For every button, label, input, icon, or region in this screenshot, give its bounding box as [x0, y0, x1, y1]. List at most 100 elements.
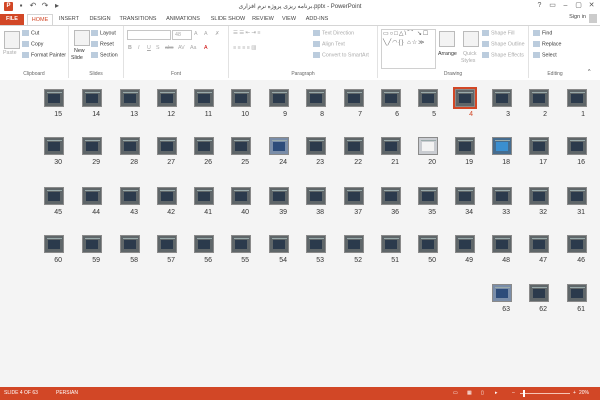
slide-thumbnail[interactable] [44, 89, 64, 107]
slide-thumbnail[interactable] [120, 89, 140, 107]
slide-thumbnail[interactable] [567, 235, 587, 253]
tab-add-ins[interactable]: ADD-INS [303, 14, 331, 25]
reset-button[interactable]: Reset [91, 41, 114, 47]
slide-thumbnail[interactable] [194, 235, 214, 253]
slide-thumbnail[interactable] [381, 137, 401, 155]
help-icon[interactable]: ? [533, 0, 546, 12]
zoom-out-icon[interactable]: – [512, 390, 515, 396]
slide-thumbnail[interactable] [453, 87, 477, 109]
slide-thumbnail[interactable] [567, 89, 587, 107]
slideshow-view-icon[interactable]: ▸ [495, 390, 498, 396]
sign-in-link[interactable]: Sign in [569, 14, 586, 20]
slide-thumbnail[interactable] [344, 137, 364, 155]
ribbon-display-icon[interactable]: ▭ [546, 0, 559, 12]
change-case-button[interactable]: Aa [190, 45, 196, 51]
slide-thumbnail[interactable] [492, 235, 512, 253]
slide-thumbnail[interactable] [120, 137, 140, 155]
arrange-button[interactable]: Arrange [438, 51, 457, 57]
slide-thumbnail[interactable] [567, 187, 587, 205]
align-text-button[interactable]: Align Text [313, 41, 345, 47]
slide-thumbnail[interactable] [231, 137, 251, 155]
format-painter-button[interactable]: Format Painter [22, 52, 66, 58]
tab-design[interactable]: DESIGN [87, 14, 113, 25]
slide-thumbnail[interactable] [418, 187, 438, 205]
tab-transitions[interactable]: TRANSITIONS [118, 14, 158, 25]
slide-thumbnail[interactable] [82, 235, 102, 253]
slide-thumbnail[interactable] [269, 89, 289, 107]
slide-thumbnail[interactable] [269, 235, 289, 253]
slide-thumbnail[interactable] [231, 187, 251, 205]
collapse-ribbon-icon[interactable]: ^ [588, 69, 591, 75]
italic-button[interactable]: I [138, 45, 139, 51]
slide-thumbnail[interactable] [492, 89, 512, 107]
shape-outline-button[interactable]: Shape Outline [482, 41, 525, 47]
text-direction-button[interactable]: Text Direction [313, 30, 354, 36]
slide-thumbnail[interactable] [567, 284, 587, 302]
slide-thumbnail[interactable] [82, 137, 102, 155]
tab-insert[interactable]: INSERT [57, 14, 81, 25]
shapes-gallery[interactable]: ▭○□△\⌒ ↘☐ ╲╱◠{} ⌂☆≫ [381, 29, 436, 69]
reading-view-icon[interactable]: ▯ [481, 390, 484, 396]
tab-slide-show[interactable]: SLIDE SHOW [209, 14, 247, 25]
slide-thumbnail[interactable] [418, 89, 438, 107]
zoom-slider-handle[interactable] [523, 390, 525, 397]
slide-thumbnail[interactable] [381, 235, 401, 253]
font-size-input[interactable]: 48 [172, 30, 192, 40]
select-button[interactable]: Select [533, 52, 557, 58]
bullets-button[interactable]: ☰ ☰ ⇤ ⇥ ≡ [233, 30, 260, 36]
new-slide-button[interactable]: New [74, 48, 85, 54]
slide-thumbnail[interactable] [82, 89, 102, 107]
minimize-icon[interactable]: – [559, 0, 572, 12]
paste-icon[interactable] [4, 31, 20, 49]
slide-thumbnail[interactable] [567, 137, 587, 155]
slide-thumbnail[interactable] [157, 137, 177, 155]
font-name-input[interactable] [127, 30, 171, 40]
slide-thumbnail[interactable] [344, 89, 364, 107]
zoom-in-icon[interactable]: + [573, 390, 576, 396]
slide-thumbnail[interactable] [44, 235, 64, 253]
paste-button[interactable]: Paste [3, 50, 17, 56]
cut-button[interactable]: Cut [22, 30, 39, 36]
layout-button[interactable]: Layout [91, 30, 116, 36]
slide-thumbnail[interactable] [120, 235, 140, 253]
slide-thumbnail[interactable] [306, 89, 326, 107]
bold-button[interactable]: B [128, 45, 132, 51]
slide-thumbnail[interactable] [529, 89, 549, 107]
slide-thumbnail[interactable] [529, 235, 549, 253]
slide-thumbnail[interactable] [269, 137, 289, 155]
maximize-icon[interactable]: ▢ [572, 0, 585, 12]
tab-animations[interactable]: ANIMATIONS [163, 14, 203, 25]
strikethrough-button[interactable]: abc [165, 45, 174, 51]
slide-thumbnail[interactable] [529, 284, 549, 302]
slide-thumbnail[interactable] [231, 89, 251, 107]
slide-thumbnail[interactable] [492, 137, 512, 155]
shrink-font-button[interactable]: A [204, 31, 208, 37]
slide-thumbnail[interactable] [269, 187, 289, 205]
slide-thumbnail[interactable] [529, 187, 549, 205]
find-button[interactable]: Find [533, 30, 552, 36]
quick-styles-button[interactable]: Quick [463, 51, 477, 57]
avatar[interactable] [589, 14, 597, 23]
quick-styles-icon[interactable] [463, 31, 479, 47]
slide-thumbnail[interactable] [44, 137, 64, 155]
font-color-button[interactable]: A [204, 45, 208, 51]
zoom-slider[interactable] [520, 393, 570, 394]
normal-view-icon[interactable]: ▭ [453, 390, 458, 396]
shape-effects-button[interactable]: Shape Effects [482, 52, 524, 58]
slide-thumbnail[interactable] [492, 187, 512, 205]
arrange-icon[interactable] [439, 31, 455, 47]
grow-font-button[interactable]: A [194, 31, 198, 37]
zoom-level[interactable]: 20% [579, 390, 589, 396]
slide-thumbnail[interactable] [418, 137, 438, 155]
tab-review[interactable]: REVIEW [251, 14, 275, 25]
slide-thumbnail[interactable] [306, 187, 326, 205]
slide-thumbnail[interactable] [44, 187, 64, 205]
quick-styles-button-line2[interactable]: Styles [461, 58, 475, 64]
slide-thumbnail[interactable] [529, 137, 549, 155]
slide-thumbnail[interactable] [194, 187, 214, 205]
slide-thumbnail[interactable] [231, 235, 251, 253]
close-icon[interactable]: ✕ [585, 0, 598, 12]
language-indicator[interactable]: PERSIAN [56, 390, 78, 396]
slide-thumbnail[interactable] [194, 137, 214, 155]
slide-thumbnail[interactable] [157, 235, 177, 253]
